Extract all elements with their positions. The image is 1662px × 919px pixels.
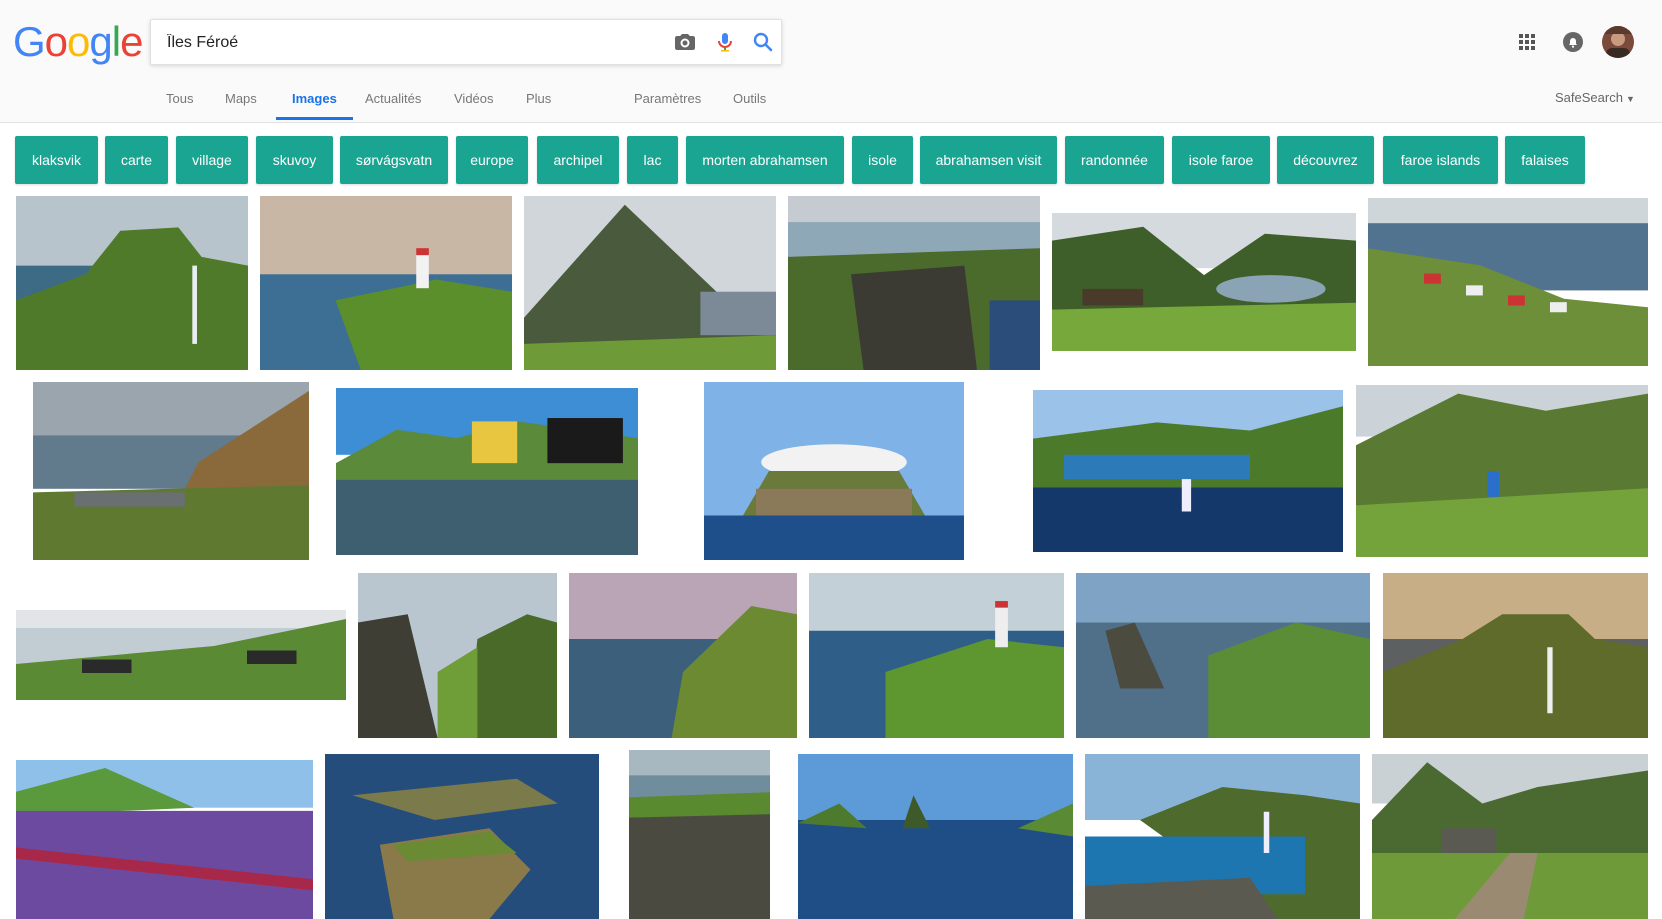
- tab-images[interactable]: Images: [276, 84, 353, 120]
- header: Google Tous Maps Images: [0, 0, 1662, 123]
- chip-lac[interactable]: lac: [627, 136, 678, 184]
- logo-letter: o: [44, 18, 68, 65]
- image-result[interactable]: [260, 196, 512, 370]
- tab-news[interactable]: Actualités: [365, 84, 421, 120]
- image-result[interactable]: [809, 573, 1064, 738]
- apps-grid-icon[interactable]: [1517, 32, 1537, 52]
- logo-letter: G: [13, 18, 46, 65]
- google-logo[interactable]: Google: [13, 18, 143, 65]
- chip-morten-abrahamsen[interactable]: morten abrahamsen: [686, 136, 844, 184]
- image-result[interactable]: [33, 382, 309, 560]
- image-result[interactable]: [629, 750, 770, 919]
- image-result[interactable]: [358, 573, 557, 738]
- tab-more[interactable]: Plus: [526, 84, 551, 120]
- avatar[interactable]: [1602, 26, 1634, 58]
- logo-letter: e: [120, 18, 143, 65]
- image-result[interactable]: [1356, 385, 1648, 557]
- chevron-down-icon: ▼: [1625, 94, 1635, 104]
- chip-isole-faroe[interactable]: isole faroe: [1172, 136, 1270, 184]
- tab-maps[interactable]: Maps: [225, 84, 257, 120]
- camera-icon[interactable]: [673, 30, 697, 54]
- image-result[interactable]: [704, 382, 964, 560]
- image-result[interactable]: [1076, 573, 1370, 738]
- chip-europe[interactable]: europe: [456, 136, 528, 184]
- image-result[interactable]: [16, 760, 313, 919]
- image-result[interactable]: [16, 610, 346, 700]
- search-box: [150, 19, 782, 65]
- search-input[interactable]: [165, 30, 649, 56]
- chip-carte[interactable]: carte: [105, 136, 168, 184]
- chip-abrahamsen-visit[interactable]: abrahamsen visit: [920, 136, 1057, 184]
- logo-letter: l: [111, 18, 121, 65]
- related-searches: klaksvik carte village skuvoy sørvágsvat…: [15, 136, 1662, 184]
- chip-decouvrez[interactable]: découvrez: [1277, 136, 1374, 184]
- chip-isole[interactable]: isole: [852, 136, 913, 184]
- image-result[interactable]: [1383, 573, 1648, 738]
- logo-letter: g: [89, 18, 112, 65]
- chip-klaksvik[interactable]: klaksvik: [15, 136, 98, 184]
- tab-videos[interactable]: Vidéos: [454, 84, 494, 120]
- chip-falaises[interactable]: falaises: [1505, 136, 1585, 184]
- safesearch-label: SafeSearch: [1555, 90, 1623, 105]
- image-result[interactable]: [1372, 754, 1648, 919]
- chip-village[interactable]: village: [176, 136, 248, 184]
- chip-archipel[interactable]: archipel: [537, 136, 619, 184]
- tab-all[interactable]: Tous: [166, 84, 193, 120]
- tab-tools[interactable]: Outils: [733, 84, 766, 120]
- image-result[interactable]: [1033, 390, 1343, 552]
- logo-letter: o: [67, 18, 90, 65]
- image-result[interactable]: [524, 196, 776, 370]
- tab-settings[interactable]: Paramètres: [634, 84, 701, 120]
- image-result[interactable]: [336, 388, 638, 555]
- chip-skuvoy[interactable]: skuvoy: [256, 136, 333, 184]
- image-result[interactable]: [325, 754, 599, 919]
- image-result[interactable]: [1368, 198, 1648, 366]
- notifications-icon[interactable]: [1562, 31, 1584, 53]
- image-result[interactable]: [16, 196, 248, 370]
- search-icon[interactable]: [751, 30, 775, 54]
- image-result[interactable]: [1085, 754, 1360, 919]
- microphone-icon[interactable]: [713, 30, 737, 54]
- safesearch-menu[interactable]: SafeSearch ▼: [1555, 90, 1635, 105]
- image-result[interactable]: [1052, 213, 1356, 351]
- chip-faroe-islands[interactable]: faroe islands: [1383, 136, 1498, 184]
- chip-randonnee[interactable]: randonnée: [1065, 136, 1164, 184]
- image-result[interactable]: [798, 754, 1073, 919]
- image-result[interactable]: [788, 196, 1040, 370]
- chip-sorvagsvatn[interactable]: sørvágsvatn: [340, 136, 448, 184]
- image-result[interactable]: [569, 573, 797, 738]
